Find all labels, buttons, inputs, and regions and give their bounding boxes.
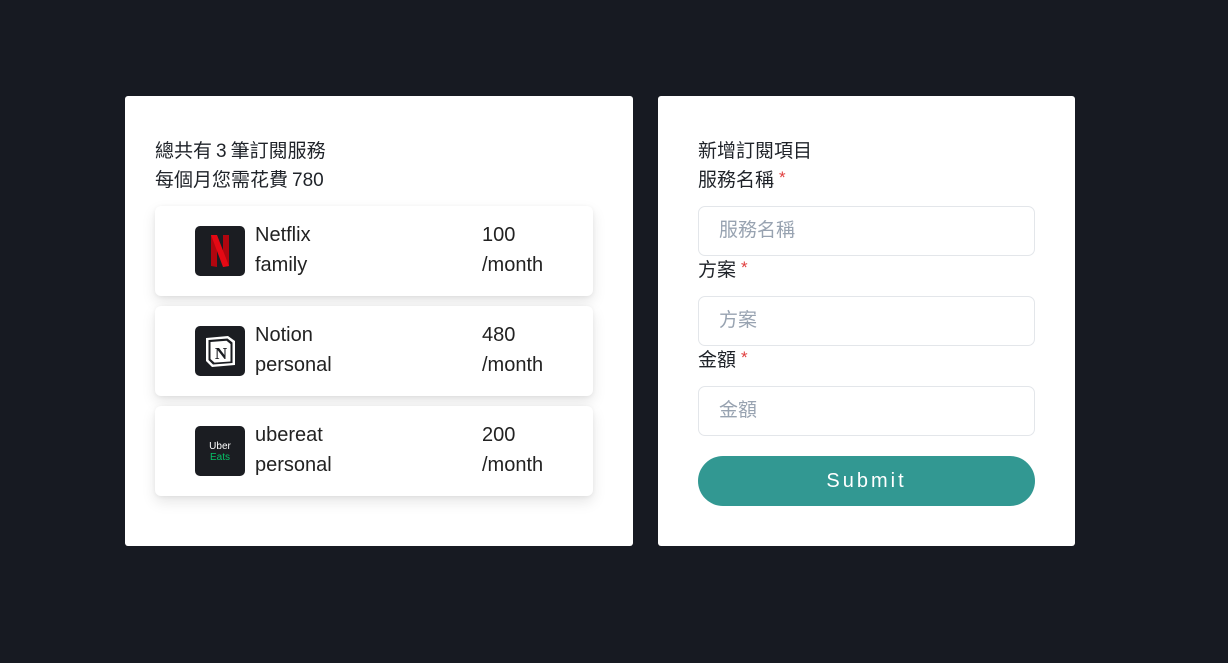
ubereats-logo-icon: Uber Eats: [195, 426, 245, 476]
summary-spend-line: 每個月您需花費 780: [155, 166, 326, 195]
subscription-price: 200 /month: [482, 420, 543, 480]
subscription-card-notion[interactable]: N Notion personal 480 /month: [155, 306, 593, 396]
amount-label: 金額 *: [698, 346, 748, 375]
subscription-info: Notion personal: [255, 320, 332, 380]
subscription-plan: family: [255, 254, 308, 276]
subscription-name: Notion: [255, 324, 313, 346]
subscription-price: 480 /month: [482, 320, 543, 380]
submit-button[interactable]: Submit: [698, 456, 1035, 506]
subscription-unit: /month: [482, 254, 544, 276]
subscription-unit: /month: [482, 454, 544, 476]
amount-input[interactable]: [698, 386, 1035, 436]
subscription-summary: 總共有 3 筆訂閱服務 每個月您需花費 780: [155, 137, 326, 195]
required-mark: *: [741, 348, 748, 367]
add-subscription-panel: 新增訂閱項目 服務名稱* 方案* 金額* Submit: [658, 96, 1075, 546]
subscription-unit: /month: [482, 354, 544, 376]
subscription-amount: 100: [482, 224, 516, 246]
svg-text:Eats: Eats: [210, 452, 230, 463]
notion-logo-icon: N: [195, 326, 245, 376]
subscription-plan: personal: [255, 354, 332, 376]
netflix-logo-icon: [195, 226, 245, 276]
service-name-input[interactable]: [698, 206, 1035, 256]
required-mark: *: [741, 258, 748, 277]
summary-count-line: 總共有 3 筆訂閱服務: [155, 137, 326, 166]
subscription-plan: personal: [255, 454, 332, 476]
subscription-card-ubereat[interactable]: Uber Eats ubereat personal 200 /month: [155, 406, 593, 496]
subscription-name: ubereat: [255, 424, 323, 446]
summary-spend: 780: [292, 170, 324, 191]
plan-label-text: 方案: [698, 260, 737, 281]
plan-input[interactable]: [698, 296, 1035, 346]
required-mark: *: [779, 168, 786, 187]
subscription-amount: 200: [482, 424, 516, 446]
subscription-card-netflix[interactable]: Netflix family 100 /month: [155, 206, 593, 296]
summary-count-suffix: 筆訂閱服務: [230, 141, 326, 162]
service-name-label-text: 服務名稱: [698, 170, 775, 191]
subscription-amount: 480: [482, 324, 516, 346]
form-title: 新增訂閱項目: [698, 141, 813, 162]
subscription-price: 100 /month: [482, 220, 543, 280]
summary-count: 3: [216, 141, 227, 162]
subscription-info: ubereat personal: [255, 420, 332, 480]
plan-label: 方案 *: [698, 256, 748, 285]
subscription-name: Netflix: [255, 224, 311, 246]
notion-logo-letter: N: [215, 344, 228, 363]
amount-label-text: 金額: [698, 350, 737, 371]
svg-text:Uber: Uber: [209, 441, 231, 452]
service-name-label: 服務名稱 *: [698, 166, 786, 195]
summary-spend-prefix: 每個月您需花費: [155, 170, 289, 191]
subscription-info: Netflix family: [255, 220, 311, 280]
summary-count-prefix: 總共有: [155, 141, 213, 162]
subscription-list-panel: 總共有 3 筆訂閱服務 每個月您需花費 780 Netflix family 1…: [125, 96, 633, 546]
